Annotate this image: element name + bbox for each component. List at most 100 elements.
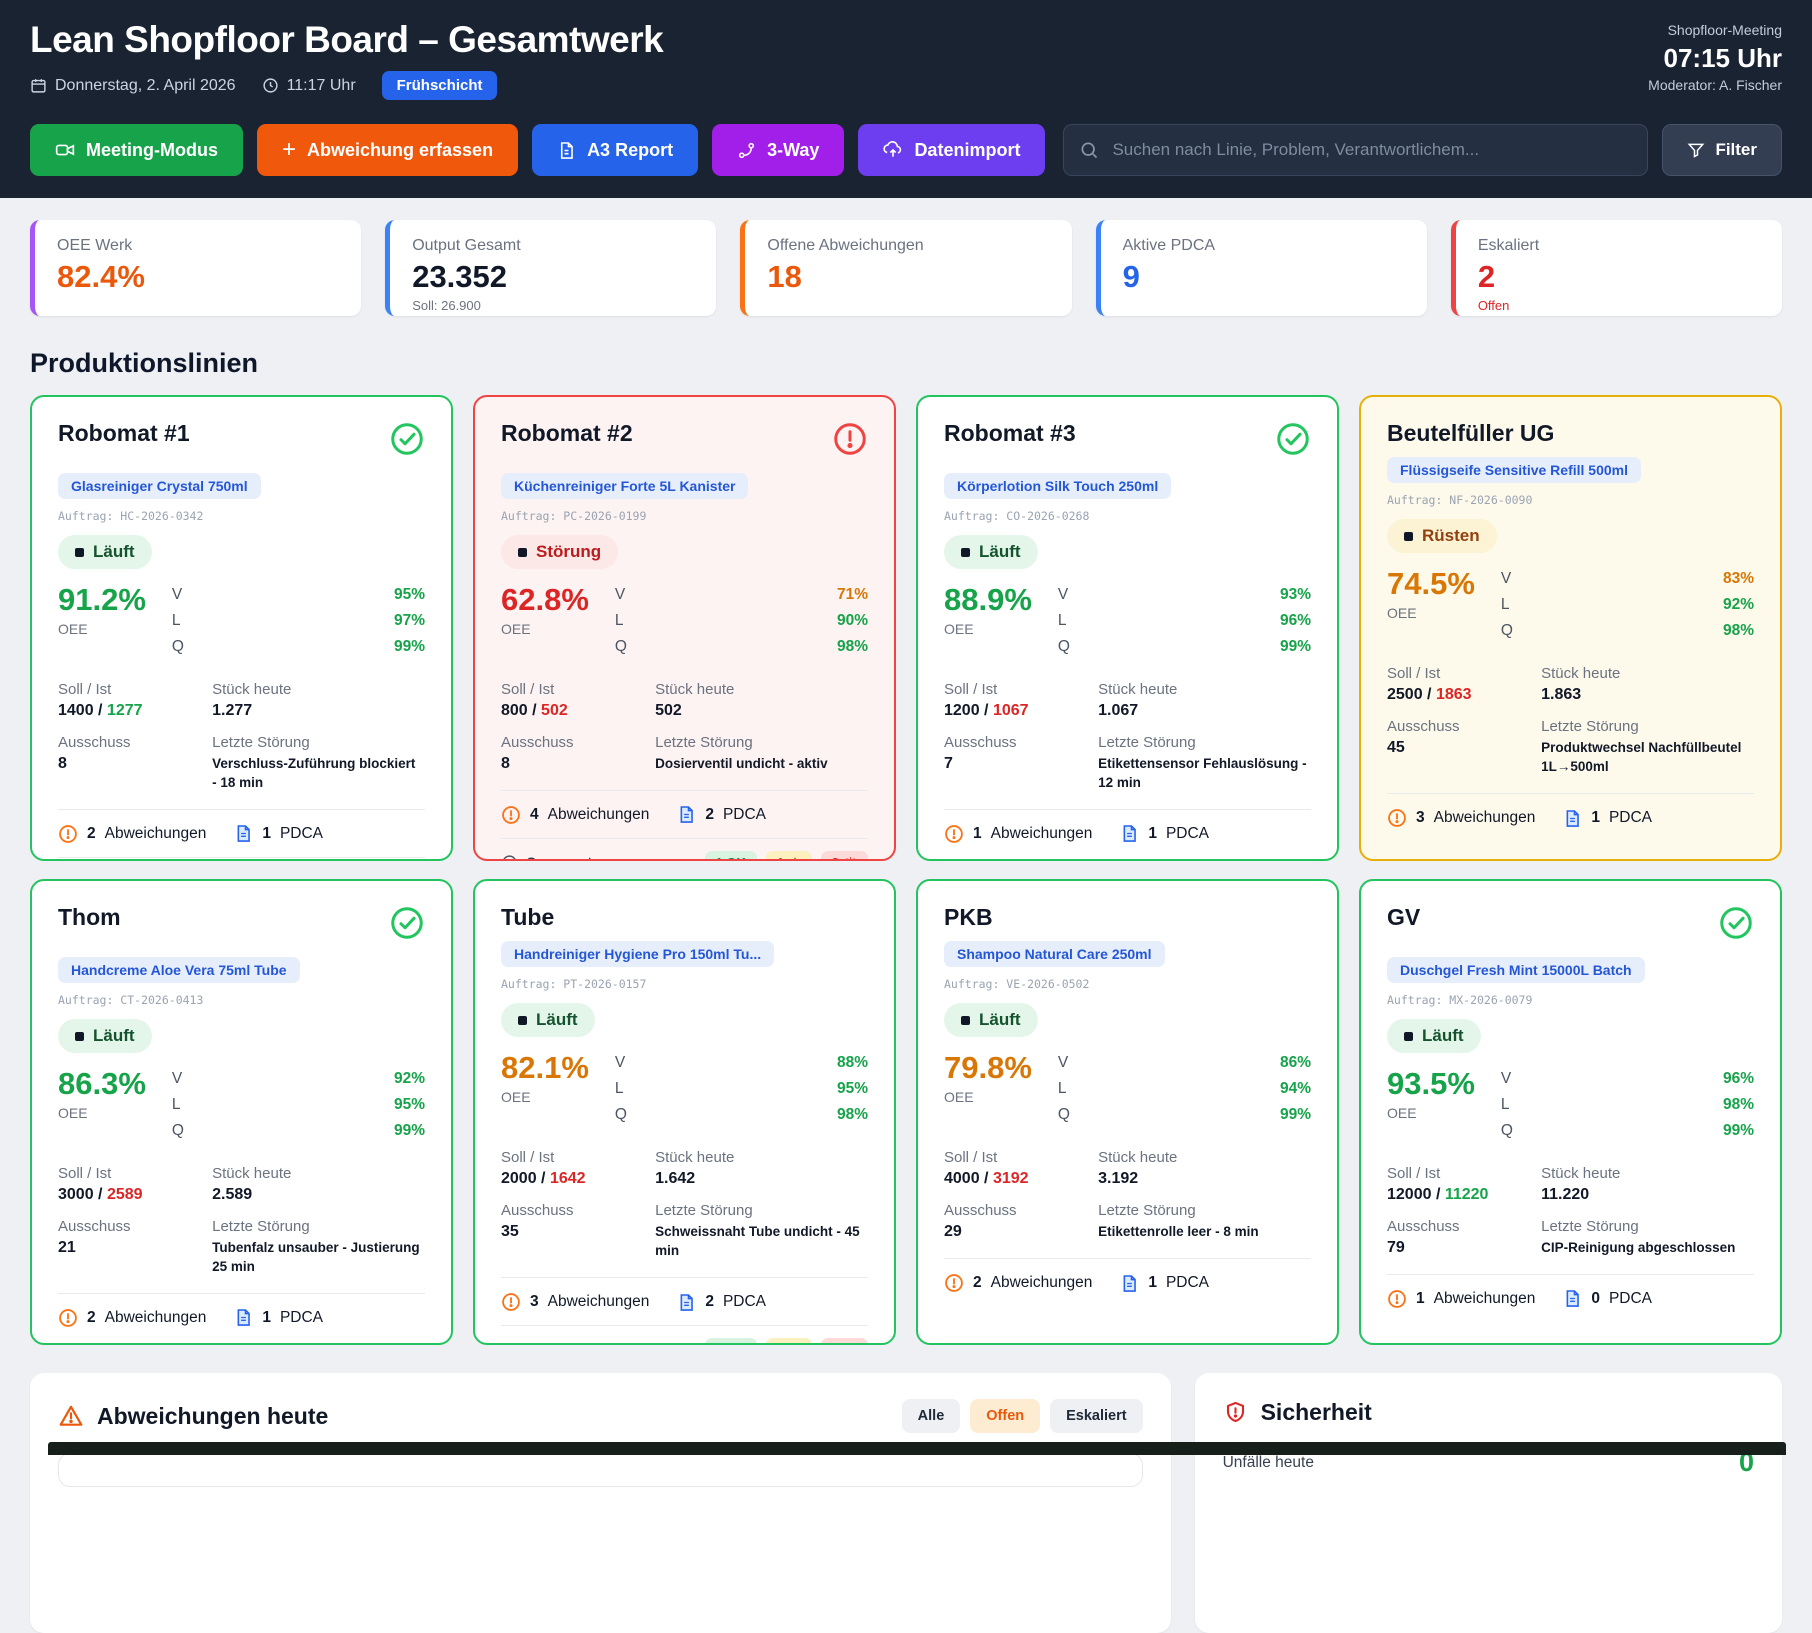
- kpi-label: Output Gesamt: [412, 237, 694, 255]
- pdca-doc-icon: [677, 1293, 696, 1312]
- vlq-row: V88%: [615, 1054, 868, 1072]
- status-dot-icon: [1404, 1032, 1413, 1041]
- product-badge: Handreiniger Hygiene Pro 150ml Tu...: [501, 941, 774, 967]
- stoerung-block: Letzte StörungDosierventil undicht - akt…: [655, 734, 868, 774]
- pdca-link[interactable]: 1PDCA: [1120, 1274, 1209, 1293]
- kpi-value: 2: [1478, 261, 1760, 292]
- line-card-thom[interactable]: ThomHandcreme Aloe Vera 75ml TubeAuftrag…: [30, 879, 453, 1345]
- pdca-link[interactable]: 1PDCA: [234, 824, 323, 843]
- filter-chip-alle[interactable]: Alle: [902, 1399, 961, 1433]
- ausschuss-block: Ausschuss35: [501, 1202, 655, 1261]
- gauge-icon: [501, 1342, 518, 1345]
- abweichungen-link[interactable]: 1Abweichungen: [944, 824, 1092, 844]
- datenimport-button[interactable]: Datenimport: [858, 124, 1045, 176]
- ausschuss-value: 8: [501, 755, 655, 773]
- check-circle-icon: [389, 421, 425, 457]
- filter-button[interactable]: Filter: [1662, 124, 1782, 176]
- stueck-value: 1.642: [655, 1170, 868, 1188]
- vlq-key: Q: [1058, 638, 1070, 656]
- line-card-robomat-3[interactable]: Robomat #3Körperlotion Silk Touch 250mlA…: [916, 395, 1339, 861]
- vlq-row: V93%: [1058, 586, 1311, 604]
- search-input[interactable]: [1063, 124, 1648, 176]
- vlq-key: Q: [1501, 1122, 1513, 1140]
- deviation-alert-icon: [501, 805, 521, 825]
- line-card-pkb[interactable]: PKBShampoo Natural Care 250mlAuftrag: VE…: [916, 879, 1339, 1345]
- vlq-value: 95%: [394, 586, 425, 604]
- pdca-link[interactable]: 1PDCA: [234, 1308, 323, 1327]
- pdca-doc-icon: [1120, 824, 1139, 843]
- vlq-row: L92%: [1501, 596, 1754, 614]
- pdca-link[interactable]: 1PDCA: [1563, 809, 1652, 828]
- soll-ist-block: Soll / Ist4000 / 3192: [944, 1149, 1098, 1188]
- section-title: Produktionslinien: [30, 348, 1782, 379]
- kpi-card-oee-werk: OEE Werk82.4%: [30, 220, 361, 316]
- ausschuss-block: Ausschuss8: [501, 734, 655, 774]
- grenzwert-badge-crit: 3: [821, 851, 868, 861]
- stueck-value: 502: [655, 702, 868, 720]
- status-dot-icon: [518, 548, 527, 557]
- pdca-link[interactable]: 0PDCA: [1563, 1289, 1652, 1308]
- shift-badge[interactable]: Frühschicht: [382, 71, 498, 100]
- ausschuss-value: 21: [58, 1239, 212, 1257]
- vlq-key: L: [1501, 596, 1510, 614]
- pdca-link[interactable]: 2PDCA: [677, 805, 766, 824]
- vlq-key: Q: [172, 1122, 184, 1140]
- vlq-value: 94%: [1280, 1080, 1311, 1098]
- deviation-alert-icon: [944, 1273, 964, 1293]
- kpi-row: OEE Werk82.4%Output Gesamt23.352Soll: 26…: [30, 220, 1782, 316]
- filter-chip-offen[interactable]: Offen: [970, 1399, 1040, 1433]
- vlq-key: V: [1501, 570, 1511, 588]
- oee-block: 62.8%OEE: [501, 584, 589, 664]
- line-name: PKB: [944, 905, 993, 930]
- grenzwert-badge-warn: 1⚠: [766, 1338, 812, 1345]
- vlq-key: V: [615, 586, 625, 604]
- kpi-card-offene-abweichungen: Offene Abweichungen18: [740, 220, 1071, 316]
- three-way-button[interactable]: 3-Way: [712, 124, 844, 176]
- abweichungen-link[interactable]: 1Abweichungen: [1387, 1289, 1535, 1309]
- vlq-row: Q99%: [172, 638, 425, 656]
- line-card-robomat-1[interactable]: Robomat #1Glasreiniger Crystal 750mlAuft…: [30, 395, 453, 861]
- line-name: Robomat #1: [58, 421, 190, 446]
- filter-chip-eskaliert[interactable]: Eskaliert: [1050, 1399, 1142, 1433]
- abweichungen-link[interactable]: 2Abweichungen: [58, 824, 206, 844]
- vlq-key: Q: [172, 638, 184, 656]
- vlq-key: L: [1058, 612, 1067, 630]
- abweichung-erfassen-button[interactable]: + Abweichung erfassen: [257, 124, 518, 176]
- a3-report-button[interactable]: A3 Report: [532, 124, 698, 176]
- vlq-row: Q98%: [615, 638, 868, 656]
- vlq-row: L96%: [1058, 612, 1311, 630]
- a3-report-label: A3 Report: [587, 140, 673, 161]
- pdca-link[interactable]: 2PDCA: [677, 1293, 766, 1312]
- stoerung-value: Etikettenrolle leer - 8 min: [1098, 1223, 1311, 1242]
- abweichungen-link[interactable]: 2Abweichungen: [944, 1273, 1092, 1293]
- auftrag-number: Auftrag: PC-2026-0199: [501, 509, 868, 523]
- moderator-label: Moderator: A. Fischer: [1648, 77, 1782, 93]
- product-badge: Duschgel Fresh Mint 15000L Batch: [1387, 957, 1645, 983]
- unfaelle-row: Unfälle heute 0: [1223, 1452, 1754, 1472]
- meeting-modus-button[interactable]: Meeting-Modus: [30, 124, 243, 176]
- line-card-tube[interactable]: TubeHandreiniger Hygiene Pro 150ml Tu...…: [473, 879, 896, 1345]
- gauge-icon: [501, 854, 518, 861]
- page-title: Lean Shopfloor Board – Gesamtwerk: [30, 20, 663, 60]
- abweichungen-link[interactable]: 3Abweichungen: [501, 1292, 649, 1312]
- pdca-link[interactable]: 1PDCA: [1120, 824, 1209, 843]
- abweichungen-title: Abweichungen heute: [58, 1403, 328, 1430]
- grenzwert-badge-ok: 1 OK: [705, 851, 757, 861]
- siren-icon: [844, 1344, 857, 1345]
- abweichungen-link[interactable]: 2Abweichungen: [58, 1308, 206, 1328]
- line-card-gv[interactable]: GVDuschgel Fresh Mint 15000L BatchAuftra…: [1359, 879, 1782, 1345]
- bottom-dark-strip: [48, 1442, 1786, 1455]
- abweichungen-link[interactable]: 4Abweichungen: [501, 805, 649, 825]
- stueck-value: 1.067: [1098, 702, 1311, 720]
- vlq-key: Q: [615, 1106, 627, 1124]
- line-card-beutelf-ller-ug[interactable]: Beutelfüller UGFlüssigseife Sensitive Re…: [1359, 395, 1782, 861]
- document-icon: [557, 141, 576, 160]
- warning-glyph-icon: ⚠: [789, 855, 801, 861]
- vlq-value: 93%: [1280, 586, 1311, 604]
- line-card-robomat-2[interactable]: Robomat #2Küchenreiniger Forte 5L Kanist…: [473, 395, 896, 861]
- stueck-block: Stück heute3.192: [1098, 1149, 1311, 1188]
- oee-label: OEE: [1387, 605, 1475, 621]
- vlq-value: 92%: [394, 1070, 425, 1088]
- abweichungen-link[interactable]: 3Abweichungen: [1387, 808, 1535, 828]
- abweichungen-title-text: Abweichungen heute: [97, 1403, 328, 1430]
